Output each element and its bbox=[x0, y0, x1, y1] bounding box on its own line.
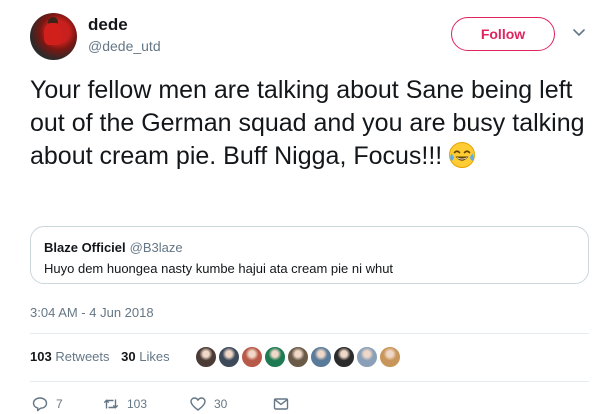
liker-avatar-3[interactable] bbox=[241, 346, 263, 368]
reply-count: 7 bbox=[56, 397, 63, 411]
envelope-icon bbox=[273, 398, 289, 410]
face-with-tears-of-joy-icon bbox=[449, 142, 476, 168]
liker-avatar-6[interactable] bbox=[310, 346, 332, 368]
tweet-text: Your fellow men are talking about Sane b… bbox=[30, 74, 600, 173]
follow-button[interactable]: Follow bbox=[451, 17, 555, 51]
quoted-tweet-text: Huyo dem huongea nasty kumbe hajui ata c… bbox=[44, 261, 394, 276]
author-handle[interactable]: @dede_utd bbox=[88, 38, 161, 54]
like-count: 30 bbox=[214, 397, 228, 411]
quoted-author-name: Blaze Officiel bbox=[44, 240, 126, 255]
quoted-tweet-card[interactable]: Blaze Officiel @B3laze Huyo dem huongea n… bbox=[30, 226, 589, 284]
reply-icon bbox=[32, 397, 48, 412]
retweets-label: Retweets bbox=[55, 349, 110, 364]
retweets-stat[interactable]: 103 Retweets bbox=[30, 349, 110, 364]
divider bbox=[30, 381, 589, 382]
chevron-down-icon[interactable] bbox=[573, 28, 585, 38]
tweet-body: Your fellow men are talking about Sane b… bbox=[30, 76, 585, 170]
engagement-stats: 103 Retweets 30 Likes bbox=[30, 349, 178, 364]
quoted-author-handle: @B3laze bbox=[129, 240, 183, 255]
liker-avatar-1[interactable] bbox=[195, 346, 217, 368]
liker-avatar-4[interactable] bbox=[264, 346, 286, 368]
reply-action[interactable]: 7 bbox=[32, 396, 63, 412]
liker-avatar-8[interactable] bbox=[356, 346, 378, 368]
like-action[interactable]: 30 bbox=[190, 396, 227, 412]
author-display-name[interactable]: dede bbox=[88, 15, 128, 35]
likes-count: 30 bbox=[121, 349, 136, 364]
author-avatar[interactable] bbox=[30, 13, 77, 60]
tweet-timestamp[interactable]: 3:04 AM - 4 Jun 2018 bbox=[30, 305, 154, 320]
retweets-count: 103 bbox=[30, 349, 52, 364]
liker-avatars bbox=[195, 346, 402, 368]
liker-avatar-9[interactable] bbox=[379, 346, 401, 368]
quoted-tweet-author[interactable]: Blaze Officiel @B3laze bbox=[44, 240, 183, 255]
liker-avatar-7[interactable] bbox=[333, 346, 355, 368]
liker-avatar-2[interactable] bbox=[218, 346, 240, 368]
retweet-action[interactable]: 103 bbox=[103, 396, 147, 412]
likes-label: Likes bbox=[139, 349, 170, 364]
retweet-icon bbox=[103, 399, 119, 409]
direct-message-action[interactable] bbox=[273, 396, 297, 412]
heart-icon bbox=[190, 397, 206, 411]
avatar-figure-body bbox=[44, 23, 62, 45]
divider bbox=[30, 333, 589, 334]
likes-stat[interactable]: 30 Likes bbox=[121, 349, 169, 364]
retweet-count: 103 bbox=[127, 397, 148, 411]
liker-avatar-5[interactable] bbox=[287, 346, 309, 368]
